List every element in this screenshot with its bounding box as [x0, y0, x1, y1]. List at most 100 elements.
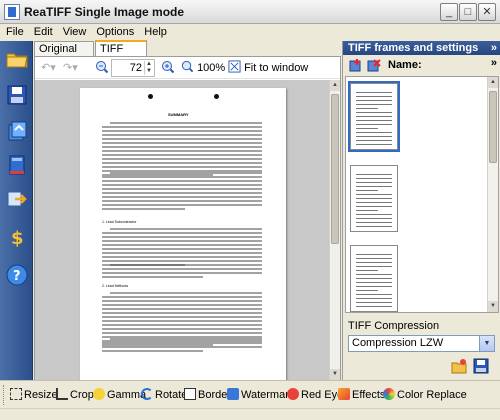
thumbnail-line — [356, 194, 392, 195]
text-line — [102, 154, 262, 156]
thumbnails-scrollbar[interactable]: ▲ ▼ — [487, 77, 498, 312]
thumbnail-line — [356, 290, 378, 291]
batch-icon[interactable] — [5, 119, 29, 143]
zoom-100-button[interactable]: 100% — [181, 60, 225, 76]
crop-label: Crop — [70, 389, 94, 401]
resize-button[interactable]: Resize — [10, 387, 58, 403]
help-icon[interactable]: ? — [5, 263, 29, 287]
text-line — [102, 180, 262, 182]
text-line — [110, 338, 262, 340]
add-frame-icon[interactable] — [349, 58, 363, 72]
minimize-button[interactable]: _ — [440, 3, 458, 21]
text-line — [102, 146, 262, 148]
frame-thumbnail[interactable] — [350, 165, 398, 232]
image-viewer: ↶▾ ↷▾ 72 ▲ ▼ 100% Fit to window SUMMARY 1… — [34, 56, 341, 380]
app-icon — [4, 4, 20, 20]
save-settings-icon[interactable] — [473, 358, 489, 374]
panel-header: TIFF frames and settings » — [343, 41, 500, 55]
menu-edit[interactable]: Edit — [29, 24, 58, 40]
gamma-button[interactable]: Gamma — [93, 387, 146, 403]
svg-text:$: $ — [11, 228, 24, 249]
image-canvas[interactable]: SUMMARY 1. Lead Subcontractor 2. Lead Me… — [35, 80, 329, 380]
zoom-in-icon[interactable] — [161, 60, 175, 76]
menu-options[interactable]: Options — [91, 24, 139, 40]
border-button[interactable]: Border — [184, 387, 231, 403]
rotate-button[interactable]: Rotate — [141, 387, 187, 403]
text-line — [102, 150, 262, 152]
text-line — [102, 312, 262, 314]
thumbnail-line — [356, 136, 392, 137]
scroll-down-icon[interactable]: ▼ — [330, 369, 340, 380]
punch-hole — [148, 94, 153, 99]
redo-icon[interactable]: ↷▾ — [63, 60, 78, 76]
thumbnail-line — [356, 178, 392, 179]
chevron-down-icon[interactable]: ▼ — [479, 336, 494, 351]
thumbnail-line — [356, 282, 392, 283]
text-line — [102, 236, 262, 238]
thumbnail-line — [356, 144, 392, 145]
zoom-spinner[interactable]: ▲ ▼ — [144, 61, 153, 75]
frame-thumbnail[interactable] — [350, 245, 398, 312]
text-line — [102, 296, 262, 298]
fit-to-window-button[interactable]: Fit to window — [228, 60, 308, 76]
border-icon — [184, 388, 196, 400]
thumbnail-line — [356, 202, 392, 203]
thumbnail-line — [356, 218, 392, 219]
zoom-100-label: 100% — [197, 62, 226, 74]
compression-select[interactable]: Compression LZW ▼ — [348, 335, 495, 352]
maximize-button[interactable]: □ — [459, 3, 477, 21]
text-line — [102, 142, 262, 144]
close-button[interactable]: ✕ — [478, 3, 496, 21]
text-line — [110, 292, 262, 294]
punch-hole — [214, 94, 219, 99]
scroll-thumb[interactable] — [489, 91, 497, 163]
frames-toolbar: Name: » — [343, 56, 500, 74]
scroll-down-icon[interactable]: ▼ — [488, 301, 498, 312]
red-eye-button[interactable]: Red Eye — [287, 387, 343, 403]
text-line — [102, 204, 262, 206]
text-line — [102, 308, 262, 310]
frame-thumbnail[interactable] — [348, 81, 400, 152]
tab-original-image[interactable]: Original image — [34, 41, 94, 69]
tab-tiff-image[interactable]: TIFF image — [95, 40, 147, 69]
scroll-up-icon[interactable]: ▲ — [488, 77, 498, 88]
menu-view[interactable]: View — [58, 24, 92, 40]
convert-icon[interactable] — [5, 187, 29, 211]
effects-button[interactable]: Effects — [338, 387, 385, 403]
more-chevron-icon[interactable]: » — [491, 57, 497, 69]
thumbnail-line — [356, 258, 392, 259]
delete-frame-icon[interactable] — [367, 58, 381, 72]
crop-button[interactable]: Crop — [56, 387, 94, 403]
book-icon[interactable] — [5, 153, 29, 177]
scroll-up-icon[interactable]: ▲ — [330, 80, 340, 91]
save-icon[interactable] — [5, 83, 29, 107]
text-line — [102, 300, 262, 302]
thumbnail-line — [356, 266, 392, 267]
text-line — [102, 240, 262, 242]
open-settings-icon[interactable] — [451, 358, 467, 374]
text-line — [102, 320, 262, 322]
thumbnail-line — [356, 100, 392, 101]
open-folder-icon[interactable] — [5, 47, 29, 71]
text-line — [102, 166, 262, 168]
thumbnail-line — [356, 96, 392, 97]
zoom-value: 72 — [129, 62, 142, 74]
text-line — [102, 244, 262, 246]
viewer-toolbar: ↶▾ ↷▾ 72 ▲ ▼ 100% Fit to window — [35, 57, 340, 79]
text-line — [102, 126, 262, 128]
thumbnail-line — [356, 174, 392, 175]
zoom-out-icon[interactable] — [95, 60, 109, 76]
watermark-button[interactable]: Watermark — [227, 387, 294, 403]
dollar-icon[interactable]: $ — [5, 225, 29, 249]
menu-file[interactable]: File — [0, 24, 29, 40]
zoom-input[interactable]: 72 ▲ ▼ — [111, 59, 155, 77]
undo-icon[interactable]: ↶▾ — [41, 60, 56, 76]
menu-help[interactable]: Help — [139, 24, 172, 40]
menu-bar: File Edit View Options Help — [0, 24, 500, 40]
scroll-thumb[interactable] — [331, 94, 339, 244]
color-replace-button[interactable]: Color Replace — [383, 387, 467, 403]
collapse-chevron-icon[interactable]: » — [491, 41, 497, 55]
viewer-scrollbar[interactable]: ▲ ▼ — [329, 80, 340, 380]
thumbnail-line — [356, 116, 392, 117]
effects-icon — [338, 388, 350, 400]
